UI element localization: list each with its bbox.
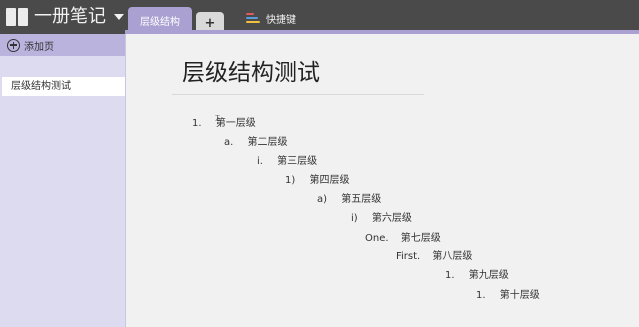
list-item-text: 第七层级	[400, 233, 441, 244]
sidebar-page-item[interactable]: 层级结构测试	[2, 77, 125, 96]
list-item-text: 第三层级	[277, 156, 318, 167]
sidebar: 添加页 层级结构测试	[0, 34, 126, 327]
list-item-level-3[interactable]: i. 第三层级	[257, 155, 317, 169]
list-marker: One.	[365, 233, 389, 244]
list-item-level-6[interactable]: i) 第六层级	[351, 212, 412, 226]
list-item-text: 第九层级	[468, 270, 509, 281]
list-item-text: 第六层级	[371, 213, 412, 224]
list-item-text: 第四层级	[309, 175, 350, 186]
list-marker: 1)	[285, 175, 296, 186]
list-marker: i.	[257, 156, 263, 167]
note-content[interactable]: 层级结构测试 Ꮖ 1. 第一层级 a. 第二层级 i. 第三层级 1) 第四层级…	[126, 34, 639, 327]
list-item-text: 第一层级	[215, 118, 256, 129]
list-item-level-1[interactable]: 1. 第一层级	[192, 117, 256, 131]
plus-circle-icon	[7, 38, 20, 52]
list-item-level-4[interactable]: 1) 第四层级	[285, 174, 349, 188]
list-marker: i)	[351, 213, 358, 224]
chevron-down-icon	[114, 14, 124, 20]
list-item-level-7[interactable]: One. 第七层级	[365, 232, 441, 246]
list-item-level-10[interactable]: 1. 第十层级	[476, 289, 540, 303]
notebook-title: 一册笔记	[34, 6, 106, 27]
notebook-selector[interactable]: 一册笔记	[6, 5, 124, 29]
list-item-level-9[interactable]: 1. 第九层级	[445, 269, 509, 283]
shortcut-button[interactable]: 快捷键	[246, 9, 296, 27]
add-page-button[interactable]: 添加页	[0, 34, 125, 56]
add-page-label: 添加页	[24, 41, 54, 53]
keyboard-icon	[246, 13, 260, 23]
list-marker: 1.	[192, 118, 202, 129]
book-icon	[6, 8, 28, 26]
list-item-text: 第八层级	[432, 251, 473, 262]
title-divider	[172, 94, 424, 95]
list-item-level-5[interactable]: a) 第五层级	[317, 193, 381, 207]
list-marker: 1.	[445, 270, 455, 281]
list-item-text: 第十层级	[499, 290, 540, 301]
page-title[interactable]: 层级结构测试	[182, 58, 320, 88]
list-item-level-2[interactable]: a. 第二层级	[224, 136, 288, 150]
list-marker: a.	[224, 137, 234, 148]
list-item-text: 第五层级	[341, 194, 382, 205]
list-marker: 1.	[476, 290, 486, 301]
list-item-text: 第二层级	[247, 137, 288, 148]
list-marker: First.	[396, 251, 421, 262]
top-bar: 一册笔记 层级结构 + 快捷键	[0, 0, 639, 34]
list-marker: a)	[317, 194, 328, 205]
list-item-level-8[interactable]: First. 第八层级	[396, 250, 472, 264]
shortcut-label: 快捷键	[266, 14, 296, 26]
